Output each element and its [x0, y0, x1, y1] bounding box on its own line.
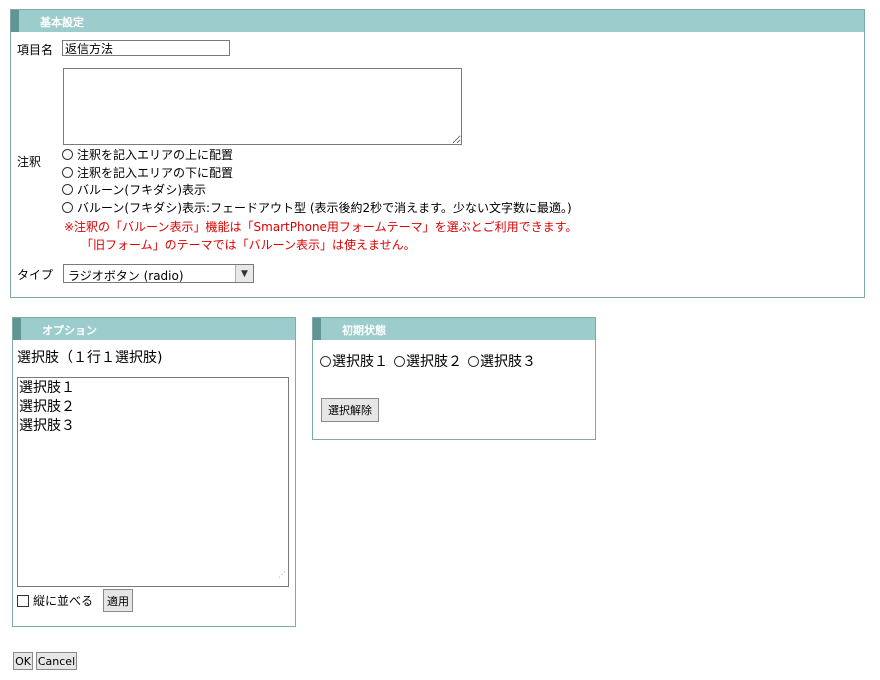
radio-icon[interactable] — [468, 355, 479, 367]
radio-icon[interactable] — [62, 167, 73, 178]
initial-state-title: 初期状態 — [342, 324, 386, 337]
type-label: タイプ — [17, 268, 54, 282]
ok-button[interactable]: OK — [13, 652, 33, 670]
initial-state-header: 初期状態 — [313, 318, 595, 340]
note-textarea[interactable] — [63, 68, 462, 145]
initial-radio-group: 選択肢１ 選択肢２ 選択肢３ — [320, 351, 542, 371]
balloon-warning-line2: 「旧フォーム」のテーマでは「バルーン表示」は使えません。 — [81, 238, 416, 252]
checkbox-icon[interactable] — [17, 594, 29, 607]
item-name-label: 項目名 — [17, 43, 54, 57]
note-option-balloon-fade[interactable]: バルーン(フキダシ)表示:フェードアウト型 (表示後約2秒で消えます。少ない文字… — [62, 199, 572, 216]
radio-icon[interactable] — [62, 202, 73, 213]
vertical-label: 縦に並べる — [33, 594, 94, 608]
initial-radio-2[interactable]: 選択肢２ — [394, 351, 462, 371]
options-title: オプション — [42, 324, 97, 337]
item-name-input[interactable] — [62, 40, 230, 56]
header-accent — [13, 318, 21, 340]
initial-radio-label: 選択肢１ — [332, 354, 388, 370]
initial-radio-label: 選択肢３ — [480, 354, 536, 370]
resize-grip-icon[interactable]: ⋰ — [278, 565, 286, 584]
apply-button[interactable]: 適用 — [103, 589, 133, 612]
balloon-warning-line1: ※注釈の「バルーン表示」機能は「SmartPhone用フォームテーマ」を選ぶとご… — [64, 220, 578, 234]
options-header: オプション — [13, 318, 295, 340]
choices-textarea[interactable]: 選択肢１ 選択肢２ 選択肢３ ⋰ — [17, 377, 289, 587]
header-accent — [313, 318, 321, 340]
initial-radio-label: 選択肢２ — [406, 354, 462, 370]
basic-settings-title: 基本設定 — [40, 16, 84, 29]
clear-selection-button[interactable]: 選択解除 — [321, 398, 379, 422]
cancel-button[interactable]: Cancel — [36, 652, 77, 670]
type-select-value: ラジオボタン (radio) — [68, 269, 184, 283]
note-option-balloon[interactable]: バルーン(フキダシ)表示 — [62, 181, 206, 198]
note-option-label: 注釈を記入エリアの下に配置 — [77, 166, 234, 180]
choice-line: 選択肢２ — [19, 399, 75, 415]
radio-icon[interactable] — [62, 149, 73, 160]
vertical-checkbox-row[interactable]: 縦に並べる — [17, 592, 93, 609]
initial-radio-3[interactable]: 選択肢３ — [468, 351, 536, 371]
basic-settings-header: 基本設定 — [11, 10, 864, 32]
note-label: 注釈 — [17, 155, 42, 169]
chevron-down-icon[interactable]: ▼ — [235, 265, 253, 282]
choice-line: 選択肢３ — [19, 418, 75, 434]
note-option-label: 注釈を記入エリアの上に配置 — [77, 148, 234, 162]
radio-icon[interactable] — [320, 355, 331, 367]
choice-line: 選択肢１ — [19, 380, 75, 396]
initial-radio-1[interactable]: 選択肢１ — [320, 351, 388, 371]
note-option-label: バルーン(フキダシ)表示 — [77, 183, 207, 197]
choices-label: 選択肢（１行１選択肢) — [17, 350, 163, 366]
note-option-label: バルーン(フキダシ)表示:フェードアウト型 (表示後約2秒で消えます。少ない文字… — [77, 201, 572, 215]
note-option-above[interactable]: 注釈を記入エリアの上に配置 — [62, 146, 233, 163]
note-option-below[interactable]: 注釈を記入エリアの下に配置 — [62, 164, 233, 181]
radio-icon[interactable] — [394, 355, 405, 367]
radio-icon[interactable] — [62, 184, 73, 195]
type-select[interactable]: ラジオボタン (radio) ▼ — [63, 264, 254, 283]
header-accent — [11, 10, 19, 32]
